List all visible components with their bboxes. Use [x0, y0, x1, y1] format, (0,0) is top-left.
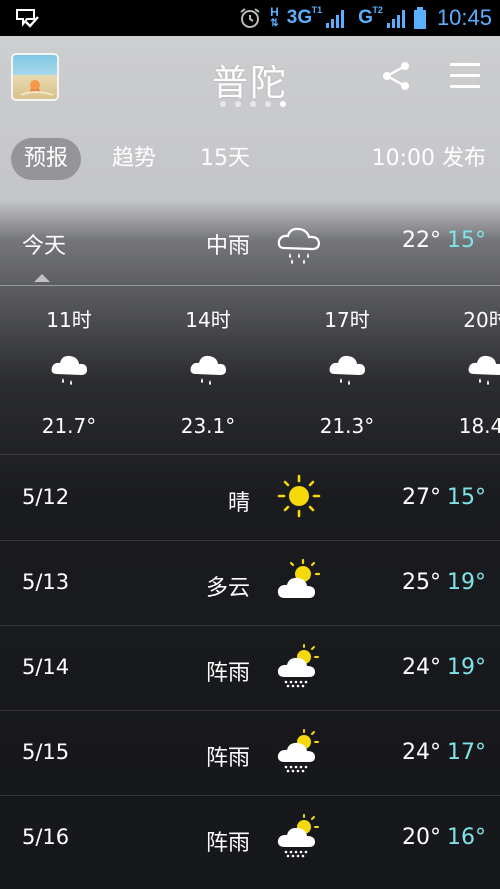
network-g-text: G — [358, 7, 373, 28]
sim2-label: T2 — [372, 5, 383, 15]
forecast-low: 16° — [447, 825, 486, 850]
hour-time: 17时 — [324, 308, 370, 332]
battery-icon — [413, 7, 426, 29]
forecast-temps: 24° 19° — [402, 655, 486, 680]
hour-time: 11时 — [46, 308, 92, 332]
forecast-low: 19° — [447, 570, 486, 595]
tab-forecast[interactable]: 预报 — [11, 138, 82, 180]
signal-bars-icon-2 — [386, 8, 405, 28]
forecast-temps: 24° 17° — [402, 740, 486, 765]
page-indicator — [0, 101, 500, 107]
today-row[interactable]: 今天 中雨 22° 15° — [0, 202, 500, 286]
page-dot — [220, 101, 226, 107]
expand-caret-icon — [34, 274, 50, 282]
today-low: 15° — [447, 228, 486, 253]
publish-time: 10:00 发布 — [371, 146, 486, 171]
shower-icon — [277, 814, 319, 858]
network-g-label: G T2 — [358, 5, 383, 29]
forecast-high: 24° — [402, 655, 441, 680]
today-condition: 中雨 — [205, 234, 250, 259]
hour-temp: 18.4° — [458, 414, 500, 438]
forecast-row[interactable]: 5/12 晴 27° 15° — [0, 455, 500, 540]
hour-temp: 21.3° — [319, 414, 375, 438]
forecast-low: 19° — [447, 655, 486, 680]
forecast-condition: 阵雨 — [205, 661, 250, 686]
forecast-high: 24° — [402, 740, 441, 765]
forecast-row[interactable]: 5/16 阵雨 20° 16° — [0, 795, 500, 880]
forecast-temps: 25° 19° — [402, 570, 486, 595]
forecast-date: 5/12 — [22, 485, 70, 509]
status-icons: H ⇅ 3G T1 G T2 10:45 — [238, 0, 492, 36]
shower-icon — [277, 729, 319, 773]
forecast-condition: 阵雨 — [205, 746, 250, 771]
forecast-row[interactable]: 5/15 阵雨 24° 17° — [0, 710, 500, 795]
rain-cloud-icon — [190, 355, 226, 385]
page-dot — [250, 101, 256, 107]
network-3g-text: 3G — [286, 7, 313, 28]
forecast-date: 5/13 — [22, 570, 70, 594]
tab-bar: 预报 趋势 15天 10:00 发布 — [0, 138, 500, 182]
notification-icon — [16, 9, 39, 28]
partly-cloudy-icon — [277, 558, 321, 598]
forecast-condition: 晴 — [227, 491, 250, 516]
rain-cloud-icon — [51, 355, 87, 385]
forecast-high: 25° — [402, 570, 441, 595]
app-header: 普陀 — [0, 36, 500, 120]
sun-icon — [277, 474, 321, 518]
forecast-row[interactable]: 5/13 多云 25° 19° — [0, 540, 500, 625]
sim1-label: T1 — [311, 5, 323, 15]
hour-temp: 23.1° — [180, 414, 236, 438]
rain-cloud-icon — [329, 355, 365, 385]
page-dot-active — [280, 101, 286, 107]
signal-bars-icon — [326, 8, 345, 28]
page-dot — [265, 101, 271, 107]
page-dot — [235, 101, 241, 107]
rain-cloud-icon — [277, 227, 321, 264]
rain-cloud-icon — [468, 355, 500, 385]
forecast-row[interactable]: 5/14 阵雨 24° 19° — [0, 625, 500, 710]
forecast-high: 20° — [402, 825, 441, 850]
network-3g-label: 3G T1 — [286, 5, 322, 29]
forecast-condition: 阵雨 — [205, 831, 250, 856]
forecast-low: 17° — [447, 740, 486, 765]
forecast-low: 15° — [447, 485, 486, 510]
forecast-condition: 多云 — [205, 576, 250, 601]
hour-time: 14时 — [185, 308, 231, 332]
city-name: 普陀 — [211, 63, 288, 104]
forecast-temps: 27° 15° — [402, 485, 486, 510]
tab-15-days[interactable]: 15天 — [200, 138, 250, 180]
tab-trend[interactable]: 趋势 — [112, 138, 156, 180]
shower-icon — [277, 644, 319, 688]
h-label: H — [270, 5, 279, 19]
hour-temp: 21.7° — [41, 414, 97, 438]
hour-time: 20时 — [463, 308, 500, 332]
alarm-icon — [240, 8, 260, 28]
forecast-date: 5/14 — [22, 655, 70, 679]
forecast-temps: 20° 16° — [402, 825, 486, 850]
today-high: 22° — [402, 228, 441, 253]
forecast-high: 27° — [402, 485, 441, 510]
clock: 10:45 — [436, 5, 492, 30]
menu-icon[interactable] — [450, 63, 480, 89]
today-label: 今天 — [22, 234, 67, 259]
forecast-date: 5/16 — [22, 825, 70, 849]
share-icon[interactable] — [380, 60, 412, 92]
today-temps: 22° 15° — [402, 228, 486, 253]
data-arrows-icon: H ⇅ — [270, 5, 279, 29]
forecast-date: 5/15 — [22, 740, 70, 764]
hourly-forecast[interactable]: 11时 21.7° 14时 23.1° 17时 21.3° 20时 18.4° — [0, 286, 500, 454]
status-bar: H ⇅ 3G T1 G T2 10:45 — [0, 0, 500, 36]
